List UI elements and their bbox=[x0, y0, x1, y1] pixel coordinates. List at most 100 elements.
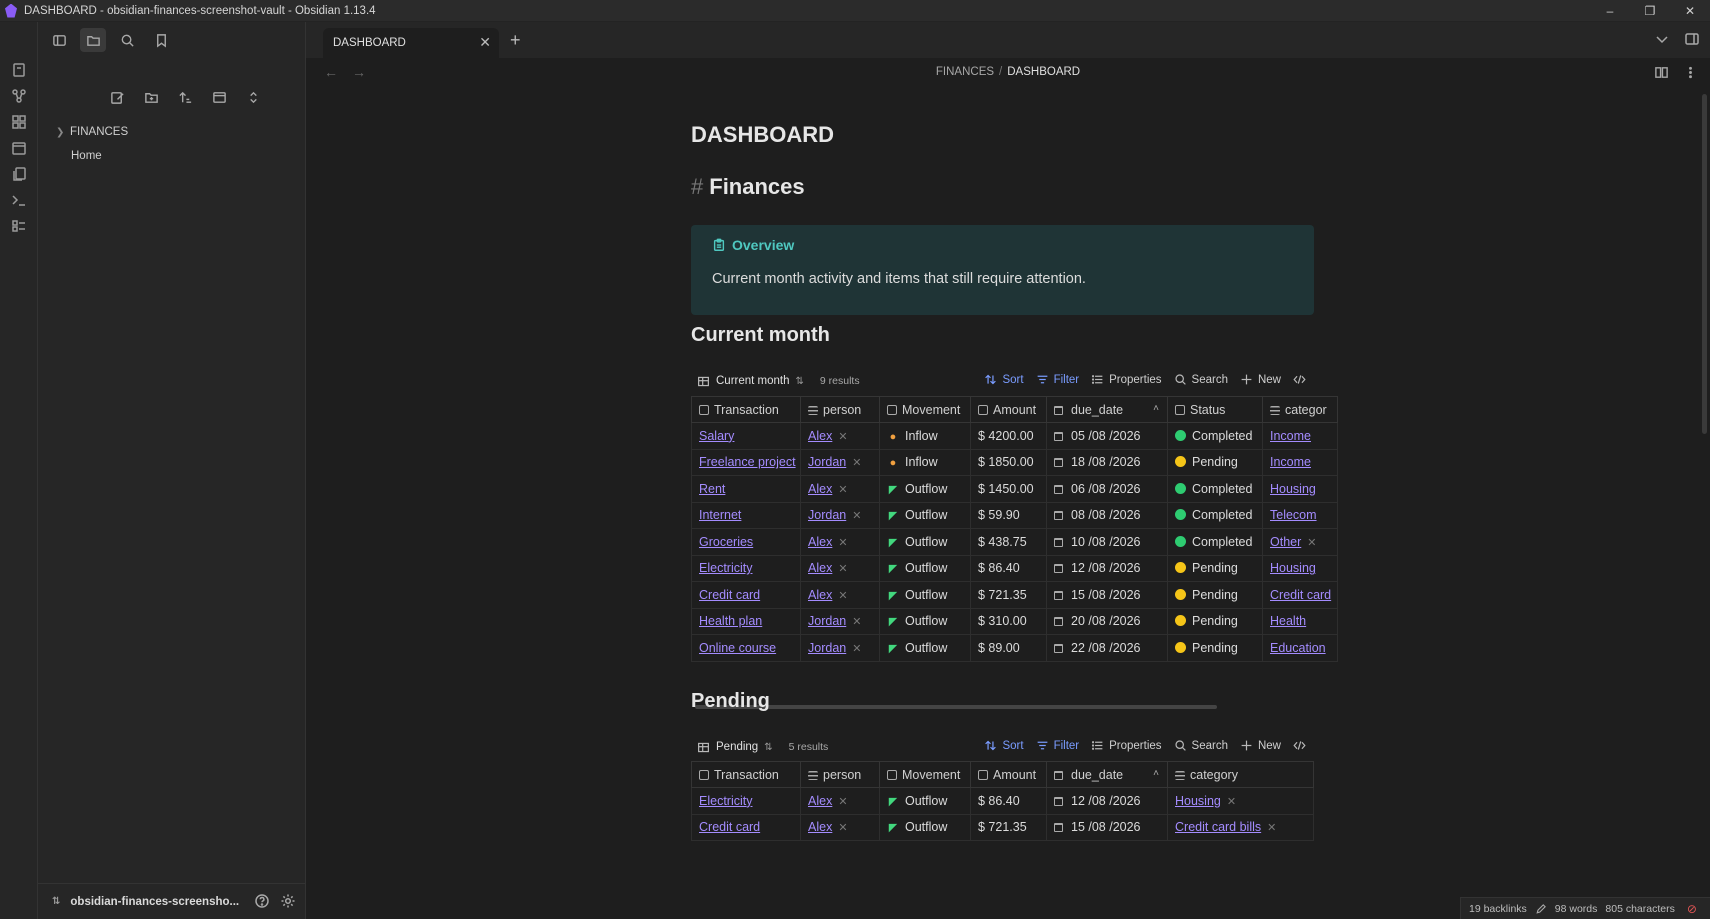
sort-ascending-icon[interactable]: ˄ bbox=[1153, 403, 1159, 414]
close-tab-icon[interactable]: ✕ bbox=[479, 34, 491, 51]
column-header-person[interactable]: person bbox=[800, 761, 880, 788]
auto-reveal-button[interactable] bbox=[208, 86, 230, 108]
remove-tag-icon[interactable]: ✕ bbox=[852, 643, 861, 655]
embed-code-button[interactable] bbox=[1293, 373, 1306, 386]
due-date-value[interactable]: 08 /08 /2026 bbox=[1071, 508, 1141, 522]
due-date-value[interactable]: 15 /08 /2026 bbox=[1071, 820, 1141, 834]
transaction-link[interactable]: Online course bbox=[699, 641, 776, 655]
remove-tag-icon[interactable]: ✕ bbox=[1227, 796, 1236, 808]
due-date-value[interactable]: 12 /08 /2026 bbox=[1071, 561, 1141, 575]
sort-ascending-icon[interactable]: ˄ bbox=[1153, 768, 1159, 779]
column-header-category[interactable]: category bbox=[1167, 761, 1314, 788]
backlinks-count[interactable]: 19 backlinks bbox=[1469, 903, 1527, 915]
sort-order-button[interactable] bbox=[174, 86, 196, 108]
due-date-value[interactable]: 05 /08 /2026 bbox=[1071, 429, 1141, 443]
remove-tag-icon[interactable]: ✕ bbox=[852, 457, 861, 469]
more-options-button[interactable] bbox=[1683, 65, 1698, 83]
due-date-value[interactable]: 12 /08 /2026 bbox=[1071, 794, 1141, 808]
category-link[interactable]: Housing bbox=[1270, 482, 1316, 496]
column-header-amount[interactable]: Amount bbox=[970, 396, 1047, 423]
due-date-value[interactable]: 22 /08 /2026 bbox=[1071, 641, 1141, 655]
remove-tag-icon[interactable]: ✕ bbox=[838, 563, 847, 575]
person-link[interactable]: Alex bbox=[808, 535, 832, 549]
remove-tag-icon[interactable]: ✕ bbox=[852, 510, 861, 522]
search-tab-button[interactable] bbox=[114, 28, 140, 52]
settings-button[interactable] bbox=[280, 893, 296, 912]
transaction-link[interactable]: Internet bbox=[699, 508, 741, 522]
transaction-link[interactable]: Health plan bbox=[699, 614, 762, 628]
view-selector[interactable]: Pending ⇅ bbox=[697, 741, 773, 754]
search-base-button[interactable]: Search bbox=[1174, 373, 1228, 386]
person-link[interactable]: Alex bbox=[808, 482, 832, 496]
tab-dashboard[interactable]: DASHBOARD ✕ bbox=[323, 28, 499, 58]
restore-button[interactable]: ❐ bbox=[1630, 0, 1670, 22]
column-header-transaction[interactable]: Transaction bbox=[691, 761, 801, 788]
sort-button[interactable]: Sort bbox=[984, 739, 1024, 752]
view-selector[interactable]: Current month ⇅ bbox=[697, 375, 804, 388]
bookmarks-tab-button[interactable] bbox=[148, 28, 174, 52]
new-entry-button[interactable]: New bbox=[1240, 739, 1281, 752]
category-link[interactable]: Other bbox=[1270, 535, 1301, 549]
category-link[interactable]: Credit card bills bbox=[1175, 820, 1261, 834]
column-header-movement[interactable]: Movement bbox=[879, 761, 971, 788]
reading-view-button[interactable] bbox=[1654, 65, 1669, 83]
category-link[interactable]: Housing bbox=[1270, 561, 1316, 575]
person-link[interactable]: Alex bbox=[808, 820, 832, 834]
page-title[interactable]: DASHBOARD bbox=[691, 122, 834, 148]
files-tab-button[interactable] bbox=[80, 28, 106, 52]
category-link[interactable]: Telecom bbox=[1270, 508, 1317, 522]
properties-button[interactable]: Properties bbox=[1091, 739, 1162, 752]
graph-view-icon[interactable] bbox=[11, 88, 27, 104]
due-date-value[interactable]: 20 /08 /2026 bbox=[1071, 614, 1141, 628]
person-link[interactable]: Jordan bbox=[808, 614, 846, 628]
person-link[interactable]: Jordan bbox=[808, 641, 846, 655]
search-base-button[interactable]: Search bbox=[1174, 739, 1228, 752]
remove-tag-icon[interactable]: ✕ bbox=[1267, 822, 1276, 834]
category-link[interactable]: Income bbox=[1270, 429, 1311, 443]
canvas-icon[interactable] bbox=[11, 114, 27, 130]
remove-tag-icon[interactable]: ✕ bbox=[838, 484, 847, 496]
category-link[interactable]: Health bbox=[1270, 614, 1306, 628]
column-header-status[interactable]: Status bbox=[1167, 396, 1263, 423]
remove-tag-icon[interactable]: ✕ bbox=[838, 590, 847, 602]
properties-button[interactable]: Properties bbox=[1091, 373, 1162, 386]
toggle-right-sidebar-button[interactable] bbox=[1684, 31, 1700, 50]
tree-folder-finances[interactable]: ❯ FINANCES bbox=[38, 120, 306, 144]
remove-tag-icon[interactable]: ✕ bbox=[1307, 537, 1316, 549]
calendar-icon[interactable] bbox=[11, 140, 27, 156]
category-link[interactable]: Income bbox=[1270, 455, 1311, 469]
vertical-scrollbar[interactable] bbox=[1702, 94, 1707, 434]
embed-code-button[interactable] bbox=[1293, 739, 1306, 752]
column-header-transaction[interactable]: Transaction bbox=[691, 396, 801, 423]
transaction-link[interactable]: Credit card bbox=[699, 820, 760, 834]
column-header-due_date[interactable]: due_date ˄ bbox=[1046, 761, 1168, 788]
toggle-sidebar-button[interactable] bbox=[46, 28, 72, 52]
category-link[interactable]: Housing bbox=[1175, 794, 1221, 808]
minimize-button[interactable]: – bbox=[1590, 0, 1630, 22]
person-link[interactable]: Alex bbox=[808, 429, 832, 443]
transaction-link[interactable]: Salary bbox=[699, 429, 734, 443]
bases-icon[interactable] bbox=[11, 218, 27, 234]
column-header-person[interactable]: person bbox=[800, 396, 880, 423]
close-window-button[interactable]: ✕ bbox=[1670, 0, 1710, 22]
remove-tag-icon[interactable]: ✕ bbox=[838, 822, 847, 834]
filter-button[interactable]: Filter bbox=[1036, 373, 1079, 386]
person-link[interactable]: Jordan bbox=[808, 455, 846, 469]
breadcrumb-parent[interactable]: FINANCES bbox=[936, 66, 994, 78]
filter-button[interactable]: Filter bbox=[1036, 739, 1079, 752]
transaction-link[interactable]: Groceries bbox=[699, 535, 753, 549]
due-date-value[interactable]: 06 /08 /2026 bbox=[1071, 482, 1141, 496]
table-horizontal-scrollbar[interactable] bbox=[695, 705, 1217, 709]
remove-tag-icon[interactable]: ✕ bbox=[852, 616, 861, 628]
person-link[interactable]: Alex bbox=[808, 794, 832, 808]
command-palette-icon[interactable] bbox=[11, 192, 27, 208]
open-quick-switcher-icon[interactable] bbox=[11, 62, 27, 78]
column-header-amount[interactable]: Amount bbox=[970, 761, 1047, 788]
breadcrumb-current[interactable]: DASHBOARD bbox=[1007, 66, 1080, 78]
sort-button[interactable]: Sort bbox=[984, 373, 1024, 386]
transaction-link[interactable]: Freelance project bbox=[699, 455, 796, 469]
new-entry-button[interactable]: New bbox=[1240, 373, 1281, 386]
new-tab-button[interactable]: + bbox=[510, 30, 521, 51]
help-button[interactable] bbox=[254, 893, 270, 912]
transaction-link[interactable]: Rent bbox=[699, 482, 725, 496]
